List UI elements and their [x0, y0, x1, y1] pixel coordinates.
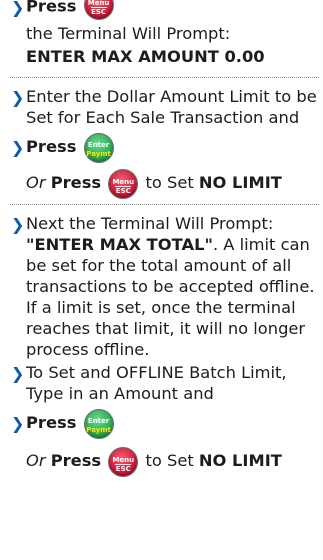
step-press-enter: ❯ Press Enter Paymt: [10, 408, 319, 439]
press-label: Press: [50, 451, 102, 470]
step-text: Enter the Dollar Amount Limit to be Set …: [26, 87, 317, 127]
esc-key-text: ESC: [115, 186, 131, 195]
enter-paymt-key-icon: Enter Paymt: [83, 132, 114, 163]
esc-key-text: ESC: [91, 8, 107, 16]
enter-paymt-key-icon: Enter Paymt: [83, 408, 114, 439]
bullet-arrow-icon: ❯: [11, 138, 25, 157]
bullet-arrow-icon: ❯: [11, 88, 25, 107]
enter-key-text: Enter: [87, 416, 110, 425]
press-label: Press: [50, 173, 102, 192]
enter-max-total-text: "ENTER MAX TOTAL": [26, 235, 213, 254]
press-label: Press: [26, 0, 77, 16]
menu-esc-key-icon: Menu ESC: [108, 168, 139, 199]
section-press-menu: ❯ Press Menu ESC the Terminal Will Promp…: [10, 0, 319, 67]
step-press-menu: ❯ Press Menu ESC: [10, 0, 319, 21]
enter-key-text: Enter: [87, 140, 110, 149]
or-text: Or: [26, 173, 46, 192]
or-no-limit-line: Or Press Menu ESC to Set NO LIMIT: [10, 446, 319, 477]
step-enter-dollar-limit: ❯ Enter the Dollar Amount Limit to be Se…: [10, 86, 319, 128]
section-max-total: ❯ Next the Terminal Will Prompt: "ENTER …: [10, 213, 319, 477]
to-set-text: to Set: [145, 451, 194, 470]
press-label: Press: [26, 137, 77, 156]
paymt-key-text: Paymt: [86, 149, 111, 158]
menu-esc-key-icon: Menu ESC: [83, 0, 114, 20]
press-label: Press: [26, 413, 77, 432]
paymt-key-text: Paymt: [86, 425, 111, 434]
section-divider-1: [10, 77, 319, 78]
to-set-text: to Set: [145, 173, 194, 192]
menu-key-text: Menu: [87, 0, 110, 7]
step-text: To Set and OFFLINE Batch Limit, Type in …: [26, 363, 287, 403]
or-no-limit-line: Or Press Menu ESC to Set NO LIMIT: [10, 168, 319, 199]
or-text: Or: [26, 451, 46, 470]
bullet-arrow-icon: ❯: [11, 215, 25, 234]
no-limit-text: NO LIMIT: [198, 173, 282, 192]
no-limit-text: NO LIMIT: [198, 451, 282, 470]
instruction-page: ❯ Press Menu ESC the Terminal Will Promp…: [0, 0, 323, 554]
menu-key-text: Menu: [112, 455, 135, 464]
step-offline-batch-limit: ❯ To Set and OFFLINE Batch Limit, Type i…: [10, 362, 319, 404]
bullet-arrow-icon: ❯: [11, 364, 25, 383]
section-divider-2: [10, 204, 319, 205]
step-press-enter: ❯ Press Enter Paymt: [10, 132, 319, 163]
esc-key-text: ESC: [115, 464, 131, 473]
menu-esc-key-icon: Menu ESC: [108, 446, 139, 477]
section-dollar-limit: ❯ Enter the Dollar Amount Limit to be Se…: [10, 86, 319, 199]
step-text: Next the Terminal Will Prompt:: [26, 214, 274, 233]
prompt-line-1: the Terminal Will Prompt:: [26, 24, 231, 43]
step-max-total: ❯ Next the Terminal Will Prompt: "ENTER …: [10, 213, 319, 360]
menu-key-text: Menu: [112, 177, 135, 186]
prompt-line-2: ENTER MAX AMOUNT 0.00: [26, 47, 265, 66]
bullet-arrow-icon: ❯: [11, 414, 25, 433]
bullet-arrow-icon: ❯: [11, 0, 25, 17]
